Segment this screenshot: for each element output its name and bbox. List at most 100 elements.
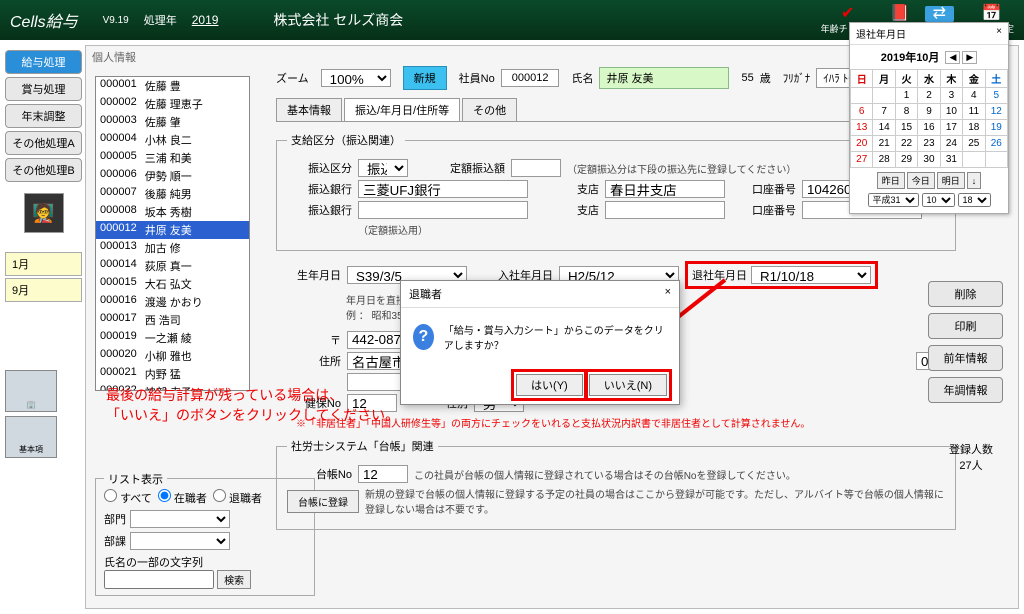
cal-month-select[interactable]: 10: [922, 193, 955, 207]
cal-today-button[interactable]: 今日: [907, 172, 935, 189]
employee-row[interactable]: 000006伊勢 順一: [96, 167, 249, 185]
prevyear-button[interactable]: 前年情報: [928, 345, 1003, 371]
employee-row[interactable]: 000014荻原 真一: [96, 257, 249, 275]
tab-transfer[interactable]: 振込/年月日/住所等: [344, 98, 460, 121]
tab-basic[interactable]: 基本情報: [276, 98, 342, 121]
question-icon: ?: [413, 324, 434, 350]
presentation-icon[interactable]: 🧑‍🏫: [24, 193, 64, 233]
dept-select[interactable]: [130, 510, 230, 528]
nav-bonus[interactable]: 賞与処理: [5, 77, 82, 101]
employee-row[interactable]: 000013加古 修: [96, 239, 249, 257]
radio-all[interactable]: すべて: [104, 489, 152, 506]
delete-button[interactable]: 削除: [928, 281, 1003, 307]
annotation-text: 最後の給与計算が残っている場合は、 「いいえ」のボタンをクリックしてください。: [106, 386, 399, 425]
teigaku-input[interactable]: [511, 159, 561, 177]
bank2-note: （定額振込用）: [358, 222, 428, 237]
ledgerno-input[interactable]: [358, 465, 408, 483]
employee-row[interactable]: 000020小柳 雅也: [96, 347, 249, 365]
calendar-title: 退社年月日: [856, 26, 906, 41]
dept-label: 部門: [104, 511, 126, 527]
dialog-message: 「給与・賞与入力シート」からこのデータをクリアしますか？: [444, 322, 667, 352]
zip-label: 〒: [276, 332, 341, 348]
teigaku-note: （定額振込分は下段の振込先に登録してください）: [567, 161, 796, 176]
kubun-select[interactable]: 振込: [358, 159, 408, 177]
dialog-title: 退職者: [409, 286, 442, 302]
sharoshi-note1: この社員が台帳の個人情報に登録されている場合はその台帳Noを登録してください。: [414, 467, 796, 482]
employee-row[interactable]: 000016渡邊 かおり: [96, 293, 249, 311]
employee-row[interactable]: 000012井原 友美: [96, 221, 249, 239]
kubun-label: 振込区分: [287, 160, 352, 176]
birth-label: 生年月日: [276, 267, 341, 283]
nav-payroll[interactable]: 給与処理: [5, 50, 82, 74]
cal-next-button[interactable]: ▶: [962, 51, 977, 64]
employee-row[interactable]: 000015大石 弘文: [96, 275, 249, 293]
company-name: 株式会社 セルズ商会: [273, 10, 403, 30]
cal-tomorrow-button[interactable]: 明日: [937, 172, 965, 189]
cal-down-button[interactable]: ↓: [967, 172, 982, 189]
basic-item-button[interactable]: 基本項: [5, 416, 57, 458]
branch2-input[interactable]: [605, 201, 725, 219]
processing-year[interactable]: 2019: [192, 13, 219, 27]
building-icon[interactable]: 🏢: [5, 370, 57, 412]
list-display-title: リスト表示: [104, 471, 167, 487]
cal-prev-button[interactable]: ◀: [945, 51, 960, 64]
search-button[interactable]: 検索: [217, 570, 251, 589]
bank-input[interactable]: [358, 180, 528, 198]
section-select[interactable]: [130, 532, 230, 550]
cal-yesterday-button[interactable]: 昨日: [877, 172, 905, 189]
radio-retired[interactable]: 退職者: [213, 489, 262, 506]
employee-row[interactable]: 000019一之瀬 綾: [96, 329, 249, 347]
teigaku-label: 定額振込額: [450, 160, 505, 176]
print-button[interactable]: 印刷: [928, 313, 1003, 339]
side-buttons: 削除 印刷 前年情報 年調情報: [928, 281, 1003, 403]
branch-input[interactable]: [605, 180, 725, 198]
acct-label: 口座番号: [731, 181, 796, 197]
employee-row[interactable]: 000008坂本 秀樹: [96, 203, 249, 221]
bank2-input[interactable]: [358, 201, 528, 219]
employee-row[interactable]: 000021内野 猛: [96, 365, 249, 383]
register-count: 登録人数27人: [949, 441, 993, 473]
employee-row[interactable]: 000001佐藤 豊: [96, 77, 249, 95]
new-button[interactable]: 新規: [403, 66, 447, 90]
name-search-input[interactable]: [104, 570, 214, 589]
nav-other-b[interactable]: その他処理B: [5, 158, 82, 182]
empno-label: 社員No: [459, 70, 495, 86]
calendar-icon: 📅: [982, 6, 1002, 22]
dialog-close-button[interactable]: ×: [665, 286, 671, 302]
tab-other[interactable]: その他: [462, 98, 517, 121]
leave-select[interactable]: R1/10/18: [751, 266, 871, 284]
calendar-close-button[interactable]: ×: [996, 26, 1002, 41]
cal-day-select[interactable]: 18: [958, 193, 991, 207]
employee-row[interactable]: 000017西 浩司: [96, 311, 249, 329]
addr-label: 住所: [276, 353, 341, 369]
furigana-label: ﾌﾘｶﾞﾅ: [783, 70, 811, 86]
nav-other-a[interactable]: その他処理A: [5, 131, 82, 155]
employee-row[interactable]: 000007後藤 純男: [96, 185, 249, 203]
calendar-popup: 退社年月日× 2019年10月 ◀▶ 日月火水木金土12345678910111…: [849, 22, 1009, 214]
tab-jan[interactable]: 1月: [5, 252, 82, 276]
leave-highlight: 退社年月日 R1/10/18: [685, 261, 878, 289]
ledgerno-label: 台帳No: [287, 466, 352, 482]
cal-era-select[interactable]: 平成31: [868, 193, 919, 207]
bank2-label: 振込銀行: [287, 202, 352, 218]
radio-active[interactable]: 在職者: [158, 489, 207, 506]
name-value: 井原 友美: [599, 67, 729, 89]
employee-list[interactable]: 000001佐藤 豊000002佐藤 理恵子000003佐藤 肇000004小林…: [95, 76, 250, 391]
app-version: V9.19: [103, 15, 129, 26]
dialog-yes-button[interactable]: はい(Y): [516, 374, 583, 396]
employee-row[interactable]: 000003佐藤 肇: [96, 113, 249, 131]
register-ledger-button[interactable]: 台帳に登録: [287, 490, 359, 513]
zoom-select[interactable]: 100%: [321, 69, 391, 87]
age-suffix: 歳: [760, 70, 771, 86]
leave-label: 退社年月日: [692, 267, 747, 283]
calendar-grid[interactable]: 日月火水木金土123456789101112131415161718192021…: [850, 69, 1008, 168]
tab-sep[interactable]: 9月: [5, 278, 82, 302]
book-icon: 📕: [890, 6, 910, 22]
yearadj-button[interactable]: 年調情報: [928, 377, 1003, 403]
zoom-icon: ⇄: [925, 6, 954, 22]
employee-row[interactable]: 000004小林 良二: [96, 131, 249, 149]
employee-row[interactable]: 000002佐藤 理恵子: [96, 95, 249, 113]
nav-yearend[interactable]: 年末調整: [5, 104, 82, 128]
dialog-no-button[interactable]: いいえ(N): [589, 374, 667, 396]
employee-row[interactable]: 000005三浦 和美: [96, 149, 249, 167]
